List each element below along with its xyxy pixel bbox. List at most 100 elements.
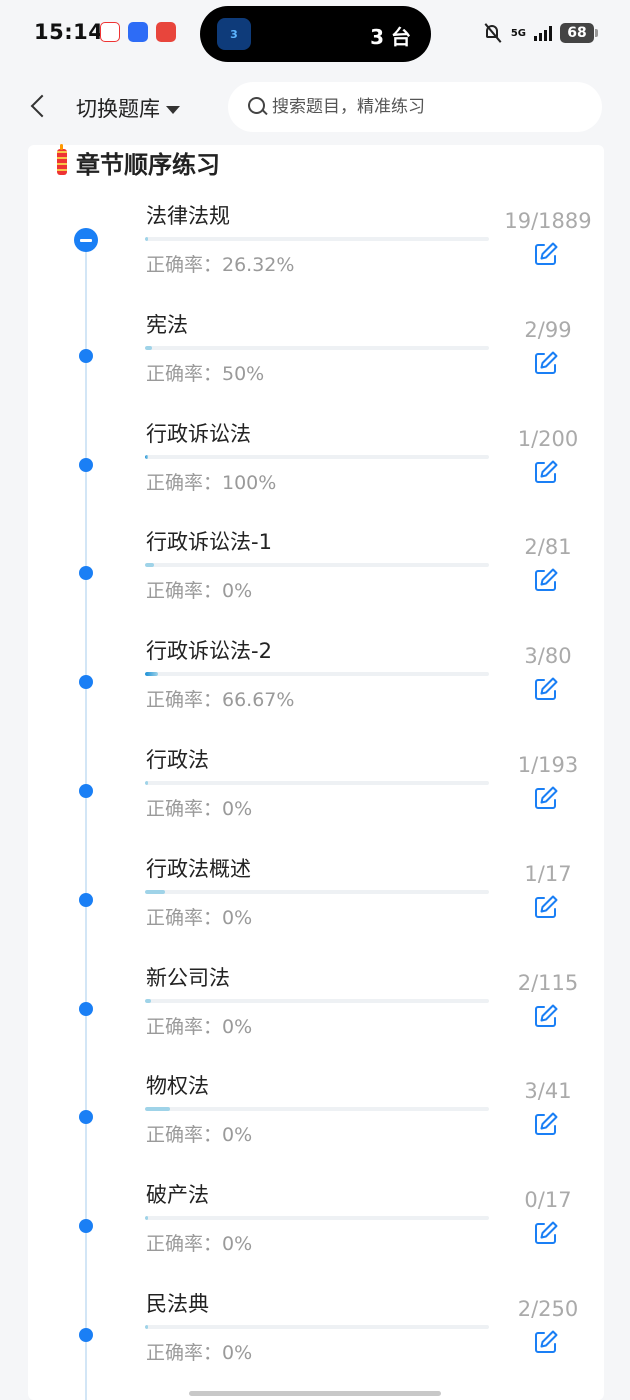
chapter-item[interactable]: 行政诉讼法-1 正确率：0% 2/81 <box>28 521 604 630</box>
accuracy-text: 正确率：0% <box>146 906 253 929</box>
search-bar[interactable] <box>228 82 602 132</box>
timeline-dot <box>79 1110 93 1125</box>
edit-icon[interactable] <box>533 1003 559 1029</box>
progress-bar <box>145 998 489 1003</box>
chapter-name: 破产法 <box>146 1183 209 1208</box>
chapter-card: 章节顺序练习 法律法规正确率：26.32% 19/1889 宪法正确率：50% 2/9… <box>28 143 604 1400</box>
chapter-item[interactable]: 破产法正确率：0% 0/17 <box>28 1174 604 1283</box>
bell-off-icon <box>483 22 503 44</box>
accuracy-text: 正确率：0% <box>146 1124 253 1147</box>
progress-bar <box>145 1325 489 1329</box>
chapter-item[interactable]: 行政法正确率：0% 1/193 <box>28 739 604 848</box>
progress-bar <box>145 1216 489 1221</box>
accuracy-text: 正确率：0% <box>146 580 253 603</box>
search-icon <box>246 95 270 119</box>
progress-count: 1/193 <box>517 753 579 777</box>
edit-icon[interactable] <box>533 894 559 920</box>
edit-icon[interactable] <box>533 567 559 593</box>
progress-count: 2/250 <box>517 1297 579 1321</box>
accuracy-text: 正确率：0% <box>146 1015 253 1038</box>
chapter-name: 行政法 <box>146 748 209 772</box>
chapter-item[interactable]: 宪法正确率：50% 2/99 <box>28 304 604 413</box>
accuracy-text: 正确率：50% <box>146 362 265 385</box>
accuracy-text: 正确率：26.32% <box>146 254 295 276</box>
chapter-item[interactable]: 民法典正确率：0% 2/250 <box>28 1283 604 1392</box>
timeline-dot <box>79 784 93 798</box>
chapter-item[interactable]: 法律法规正确率：26.32% 19/1889 <box>28 195 604 304</box>
collapse-icon[interactable] <box>74 228 98 252</box>
chapter-name: 行政法概述 <box>146 856 251 881</box>
accuracy-text: 正确率：66.67% <box>146 689 295 712</box>
firecracker-icon <box>54 143 70 179</box>
edit-icon[interactable] <box>533 1220 559 1246</box>
home-indicator[interactable] <box>189 1391 441 1396</box>
back-button[interactable] <box>26 92 54 122</box>
progress-fill <box>145 672 158 677</box>
progress-bar <box>145 345 489 350</box>
chapter-name: 民法典 <box>146 1292 209 1316</box>
timeline-dot <box>79 892 93 907</box>
chapter-item[interactable]: 物权法正确率：0% 3/41 <box>28 1065 604 1174</box>
status-indicators: 5G 68 <box>483 22 598 44</box>
status-time: 15:14 <box>34 20 104 44</box>
chapter-item[interactable]: 行政法概述正确率：0% 1/17 <box>28 848 604 957</box>
progress-count: 2/115 <box>517 970 579 995</box>
search-input[interactable] <box>270 96 574 118</box>
edit-icon[interactable] <box>533 241 559 267</box>
edit-icon[interactable] <box>533 676 559 702</box>
switch-bank-label: 切换题库 <box>76 97 160 121</box>
chapter-item[interactable]: 新公司法正确率：0% 2/115 <box>28 957 604 1066</box>
chapter-name: 新公司法 <box>146 965 230 990</box>
progress-count: 1/17 <box>524 861 572 886</box>
switch-bank-dropdown[interactable]: 切换题库 <box>76 93 180 123</box>
edit-icon[interactable] <box>533 350 559 376</box>
timeline-dot <box>79 348 93 363</box>
status-bar: 15:14 3 3 台 5G 68 <box>0 0 630 70</box>
progress-bar <box>145 454 489 459</box>
progress-bar <box>145 781 489 785</box>
chapter-item[interactable]: 行政诉讼法 正确率：100% 1/200 <box>28 413 604 522</box>
chapter-name: 行政诉讼法-2 <box>146 639 272 664</box>
timeline-dot <box>79 1328 93 1342</box>
chapter-item[interactable]: 行政诉讼法-2 正确率：66.67% 3/80 <box>28 630 604 739</box>
accuracy-text: 正确率：0% <box>146 1342 253 1364</box>
edit-icon[interactable] <box>533 1329 559 1355</box>
chapter-name: 物权法 <box>146 1074 209 1099</box>
edit-icon[interactable] <box>533 785 559 811</box>
progress-bar <box>145 563 489 568</box>
island-text: 3 台 <box>370 25 411 49</box>
progress-count: 3/80 <box>524 644 572 669</box>
chapter-name: 行政诉讼法 <box>146 421 251 446</box>
progress-fill <box>145 237 149 241</box>
progress-count: 2/99 <box>524 317 572 342</box>
progress-count: 1/200 <box>517 426 579 451</box>
app-notification-icon <box>100 22 120 42</box>
progress-count: 19/1889 <box>504 209 592 233</box>
caret-down-icon <box>166 105 180 114</box>
accuracy-text: 正确率：0% <box>146 1233 253 1256</box>
edit-icon[interactable] <box>533 1111 559 1137</box>
timeline-dot <box>79 457 93 472</box>
top-nav: 切换题库 <box>0 70 630 145</box>
progress-fill <box>145 1325 148 1329</box>
progress-fill <box>145 454 148 459</box>
chapter-name: 法律法规 <box>146 204 230 228</box>
edit-icon[interactable] <box>533 459 559 485</box>
chapter-name: 行政诉讼法-1 <box>146 530 272 555</box>
dynamic-island[interactable]: 3 3 台 <box>200 6 431 62</box>
progress-count: 2/81 <box>524 535 572 560</box>
app-notification-icon <box>156 22 176 42</box>
broadcast-icon: 3 <box>217 18 251 50</box>
timeline-dot <box>79 566 93 581</box>
section-header: 章节顺序练习 <box>54 143 220 180</box>
signal-icon <box>534 25 552 41</box>
progress-fill <box>145 998 151 1003</box>
timeline-dot <box>79 1001 93 1016</box>
app-notification-icon <box>128 22 148 42</box>
progress-count: 3/41 <box>524 1079 572 1104</box>
battery-icon: 68 <box>560 23 598 43</box>
accuracy-text: 正确率：0% <box>146 798 253 820</box>
timeline-dot <box>79 675 93 690</box>
chapter-name: 宪法 <box>146 312 188 337</box>
progress-count: 0/17 <box>524 1188 572 1213</box>
